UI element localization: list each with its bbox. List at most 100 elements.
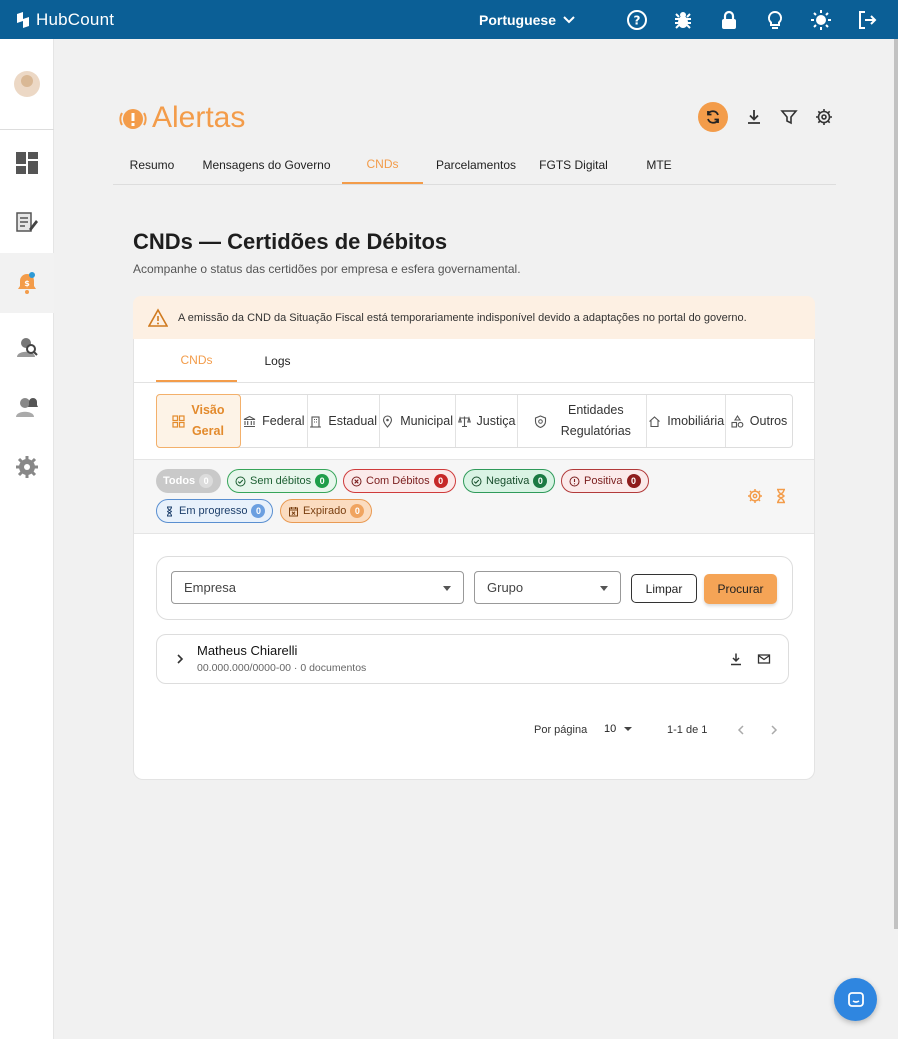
tab-parcelamentos[interactable]: Parcelamentos bbox=[423, 145, 529, 184]
sphere-label: Federal bbox=[262, 413, 305, 428]
refresh-icon bbox=[707, 110, 719, 124]
language-selector[interactable]: Portuguese bbox=[479, 12, 576, 28]
sphere-label: Estadual bbox=[328, 413, 378, 428]
chat-button[interactable] bbox=[834, 978, 877, 1021]
chip-count: 0 bbox=[533, 474, 548, 488]
sphere-federal[interactable]: Federal bbox=[241, 395, 308, 447]
chevron-right-icon[interactable] bbox=[767, 723, 781, 737]
language-label: Portuguese bbox=[478, 11, 556, 28]
empresa-select[interactable]: Empresa bbox=[171, 571, 464, 604]
company-name: Matheus Chiarelli bbox=[197, 643, 298, 658]
svg-text:?: ? bbox=[634, 13, 641, 27]
empresa-placeholder: Empresa bbox=[184, 580, 237, 595]
company-meta: 00.000.000/0000-00 · 0 documentos bbox=[197, 662, 367, 674]
alert-logo-icon bbox=[119, 109, 147, 129]
sphere-label: Justiça bbox=[476, 413, 516, 428]
home-icon bbox=[649, 415, 661, 427]
logout-icon[interactable] bbox=[856, 9, 878, 31]
bug-icon[interactable] bbox=[672, 9, 694, 31]
tab-resumo[interactable]: Resumo bbox=[113, 145, 191, 184]
sphere-label: Visão Geral bbox=[191, 403, 225, 438]
hourglass-icon bbox=[166, 506, 173, 516]
sidebar-item-settings[interactable] bbox=[0, 437, 54, 497]
tab-mensagens-governo[interactable]: Mensagens do Governo bbox=[191, 145, 342, 184]
page-title: CNDs — Certidões de Débitos bbox=[133, 229, 448, 254]
download-icon[interactable] bbox=[745, 108, 763, 126]
chip-todos[interactable]: Todos 0 bbox=[156, 469, 221, 493]
sphere-imobiliaria[interactable]: Imobiliária bbox=[647, 395, 727, 447]
search-button[interactable]: Procurar bbox=[704, 574, 777, 604]
sphere-visao-geral[interactable]: Visão Geral bbox=[156, 394, 241, 448]
hourglass-icon[interactable] bbox=[773, 488, 789, 504]
subtab-cnds[interactable]: CNDs bbox=[156, 339, 237, 382]
chip-negativa[interactable]: Negativa 0 bbox=[463, 469, 556, 493]
sphere-label: Entidades Regulatórias bbox=[560, 403, 631, 438]
download-icon[interactable] bbox=[729, 652, 743, 666]
grupo-placeholder: Grupo bbox=[487, 580, 524, 595]
chip-label: Expirado bbox=[303, 505, 347, 517]
grupo-select[interactable]: Grupo bbox=[474, 571, 621, 604]
sphere-municipal[interactable]: Municipal bbox=[380, 395, 456, 447]
check-circle-icon bbox=[471, 476, 482, 486]
per-page-select[interactable]: 10 bbox=[604, 723, 633, 735]
sidebar-item-dashboard[interactable] bbox=[0, 133, 54, 193]
sphere-estadual[interactable]: Estadual bbox=[308, 395, 380, 447]
chip-count: 0 bbox=[433, 474, 448, 488]
chip-label: Todos bbox=[163, 475, 196, 487]
sphere-justica[interactable]: Justiça bbox=[456, 395, 519, 447]
warning-icon bbox=[148, 307, 168, 327]
chevron-right-icon[interactable] bbox=[173, 652, 187, 666]
sidebar-item-user-search[interactable] bbox=[0, 317, 54, 377]
shapes-icon bbox=[731, 414, 744, 428]
caret-down-icon bbox=[600, 586, 608, 591]
refresh-button[interactable] bbox=[698, 102, 728, 132]
hubcount-logo[interactable]: HubCount bbox=[16, 10, 114, 30]
scale-icon bbox=[457, 415, 471, 427]
gear-icon[interactable] bbox=[815, 108, 833, 126]
sun-icon[interactable] bbox=[810, 9, 832, 31]
mail-icon[interactable] bbox=[757, 652, 771, 666]
chat-icon bbox=[847, 991, 864, 1007]
subtab-logs[interactable]: Logs bbox=[237, 339, 318, 382]
chevron-down-icon bbox=[563, 15, 575, 23]
lightbulb-icon[interactable] bbox=[764, 9, 786, 31]
status-filter-bar: Todos 0 Sem débitos 0 Com Débitos 0 Nega… bbox=[134, 459, 814, 534]
tab-mte[interactable]: MTE bbox=[618, 145, 700, 184]
cnds-card: CNDs Logs Visão Geral Federal Estadual Mu… bbox=[133, 339, 815, 780]
company-row[interactable]: Matheus Chiarelli 00.000.000/0000-00 · 0… bbox=[156, 634, 789, 684]
scrollbar[interactable] bbox=[894, 39, 898, 929]
grid-icon bbox=[172, 414, 185, 428]
sphere-entidades-regulatorias[interactable]: Entidades Regulatórias bbox=[518, 395, 648, 447]
chip-count: 0 bbox=[315, 474, 330, 488]
lock-icon[interactable] bbox=[718, 9, 740, 31]
sphere-label: Municipal bbox=[400, 413, 453, 428]
calendar-x-icon bbox=[289, 506, 298, 516]
per-page-label: Por página bbox=[534, 724, 588, 736]
warning-banner: A emissão da CND da Situação Fiscal está… bbox=[133, 296, 815, 339]
tab-cnds[interactable]: CNDs bbox=[342, 145, 423, 184]
help-icon[interactable]: ? bbox=[626, 9, 648, 31]
filter-icon[interactable] bbox=[780, 108, 798, 126]
page-subtitle: Acompanhe o status das certidões por emp… bbox=[133, 262, 521, 276]
document-edit-icon bbox=[16, 212, 38, 232]
warning-text: A emissão da CND da Situação Fiscal está… bbox=[178, 311, 747, 324]
gear-icon[interactable] bbox=[747, 488, 763, 504]
chip-count: 0 bbox=[251, 504, 266, 518]
sphere-outros[interactable]: Outros bbox=[726, 395, 792, 447]
sphere-label: Outros bbox=[749, 413, 788, 428]
avatar[interactable] bbox=[14, 71, 40, 97]
chip-com-debitos[interactable]: Com Débitos 0 bbox=[343, 469, 456, 493]
chevron-left-icon[interactable] bbox=[734, 723, 748, 737]
sidebar-item-documents[interactable] bbox=[0, 193, 54, 253]
svg-text:$: $ bbox=[24, 279, 30, 288]
sidebar-item-alerts[interactable]: $ bbox=[0, 253, 54, 313]
tab-fgts-digital[interactable]: FGTS Digital bbox=[529, 145, 618, 184]
chip-count: 0 bbox=[199, 474, 214, 488]
chip-sem-debitos[interactable]: Sem débitos 0 bbox=[227, 469, 338, 493]
clear-button[interactable]: Limpar bbox=[631, 574, 697, 603]
chip-em-progresso[interactable]: Em progresso 0 bbox=[156, 499, 274, 523]
chip-positiva[interactable]: Positiva 0 bbox=[561, 469, 649, 493]
sidebar-item-user-alerts[interactable] bbox=[0, 377, 54, 437]
bank-icon bbox=[243, 415, 256, 427]
chip-expirado[interactable]: Expirado 0 bbox=[280, 499, 373, 523]
